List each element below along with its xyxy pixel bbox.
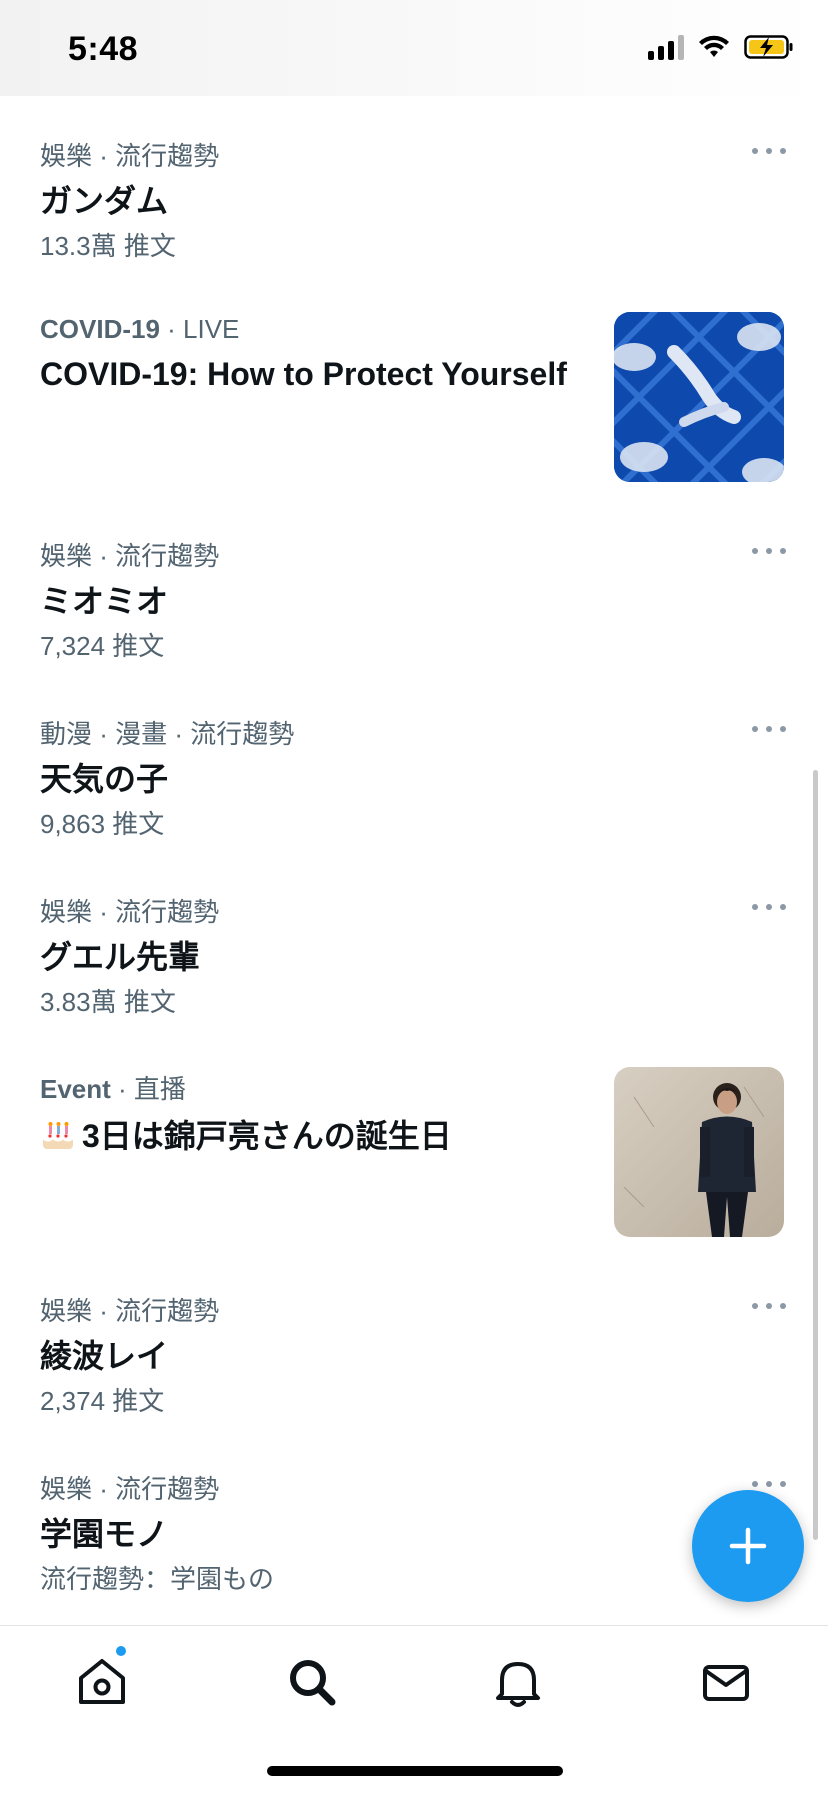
more-options-icon[interactable] bbox=[752, 1301, 786, 1311]
tab-notifications[interactable] bbox=[488, 1652, 548, 1712]
trend-category: Event bbox=[40, 1074, 111, 1104]
more-options-icon[interactable] bbox=[752, 1479, 786, 1489]
trend-title: COVID-19: How to Protect Yourself bbox=[40, 356, 567, 392]
trend-title: ミオミオ bbox=[40, 583, 169, 619]
trend-title: ガンダム bbox=[40, 183, 169, 219]
tab-home[interactable] bbox=[72, 1646, 132, 1712]
status-time: 5:48 bbox=[68, 30, 139, 68]
trend-title: 天気の子 bbox=[40, 761, 169, 797]
birthday-cake-icon bbox=[42, 1122, 74, 1149]
trend-subtitle: 流行趨勢：学園もの bbox=[40, 1564, 275, 1594]
trend-item[interactable]: 娛樂 · 流行趨勢 綾波レイ 2,374 推文 bbox=[0, 1251, 828, 1421]
trend-live-label: · LIVE bbox=[159, 314, 240, 344]
trend-item[interactable]: Event · 直播 3日は錦戸亮さんの誕生日 bbox=[0, 1051, 828, 1251]
trend-category: COVID-19 bbox=[40, 314, 160, 344]
battery-charging-icon bbox=[744, 35, 793, 59]
trend-title: 綾波レイ bbox=[40, 1338, 169, 1374]
mail-icon bbox=[703, 1665, 749, 1701]
trend-context: 娛樂 · 流行趨勢 bbox=[40, 1474, 220, 1504]
trend-item[interactable]: 娛樂 · 流行趨勢 ガンダム 13.3萬 推文 bbox=[0, 96, 828, 261]
more-options-icon[interactable] bbox=[752, 724, 786, 734]
status-bar: 5:48 bbox=[0, 0, 828, 96]
more-options-icon[interactable] bbox=[752, 546, 786, 556]
bell-icon bbox=[496, 1662, 540, 1707]
trend-item[interactable]: COVID-19 · LIVE COVID-19: How to Protect… bbox=[0, 296, 828, 496]
trend-title-row: 3日は錦戸亮さんの誕生日 bbox=[40, 1111, 452, 1157]
home-indicator[interactable] bbox=[267, 1766, 563, 1776]
more-options-icon[interactable] bbox=[752, 146, 786, 156]
person-photo-image bbox=[614, 1067, 784, 1237]
event-thumbnail[interactable] bbox=[614, 1067, 784, 1237]
trend-tweet-count: 3.83萬 推文 bbox=[40, 987, 176, 1017]
trend-item[interactable]: 娛樂 · 流行趨勢 ミオミオ 7,324 推文 bbox=[0, 496, 828, 666]
scrollbar[interactable] bbox=[813, 770, 818, 1540]
trend-tweet-count: 9,863 推文 bbox=[40, 809, 165, 839]
trend-tweet-count: 7,324 推文 bbox=[40, 631, 165, 661]
trend-context: 動漫 · 漫畫 · 流行趨勢 bbox=[40, 719, 295, 749]
wifi-icon bbox=[699, 35, 729, 57]
trend-tweet-count: 13.3萬 推文 bbox=[40, 231, 176, 261]
trend-title: グエル先輩 bbox=[40, 939, 201, 975]
search-icon bbox=[290, 1660, 336, 1706]
trend-context: 娛樂 · 流行趨勢 bbox=[40, 541, 220, 571]
covid-thumbnail[interactable] bbox=[614, 312, 784, 482]
tab-search[interactable] bbox=[282, 1652, 342, 1712]
trend-item[interactable]: 娛樂 · 流行趨勢 グエル先輩 3.83萬 推文 bbox=[0, 852, 828, 1022]
cellular-signal-icon bbox=[648, 34, 684, 60]
more-options-icon[interactable] bbox=[752, 902, 786, 912]
compose-tweet-button[interactable] bbox=[692, 1490, 804, 1602]
status-icons bbox=[648, 34, 794, 60]
trend-live-label: · 直播 bbox=[110, 1074, 186, 1104]
trend-title: 3日は錦戸亮さんの誕生日 bbox=[82, 1118, 452, 1154]
trend-context: 娛樂 · 流行趨勢 bbox=[40, 141, 220, 171]
covid-artwork-image bbox=[614, 312, 784, 482]
plus-icon bbox=[729, 1527, 767, 1565]
trend-item[interactable]: 動漫 · 漫畫 · 流行趨勢 天気の子 9,863 推文 bbox=[0, 674, 828, 844]
tab-messages[interactable] bbox=[696, 1652, 756, 1712]
trend-tweet-count: 2,374 推文 bbox=[40, 1386, 165, 1416]
home-icon bbox=[79, 1659, 125, 1704]
trend-context: COVID-19 · LIVE bbox=[40, 314, 239, 345]
trend-title: 学園モノ bbox=[40, 1516, 169, 1552]
trend-context: 娛樂 · 流行趨勢 bbox=[40, 897, 220, 927]
trend-context: Event · 直播 bbox=[40, 1069, 186, 1106]
trend-context: 娛樂 · 流行趨勢 bbox=[40, 1296, 220, 1326]
unread-dot bbox=[116, 1646, 126, 1656]
